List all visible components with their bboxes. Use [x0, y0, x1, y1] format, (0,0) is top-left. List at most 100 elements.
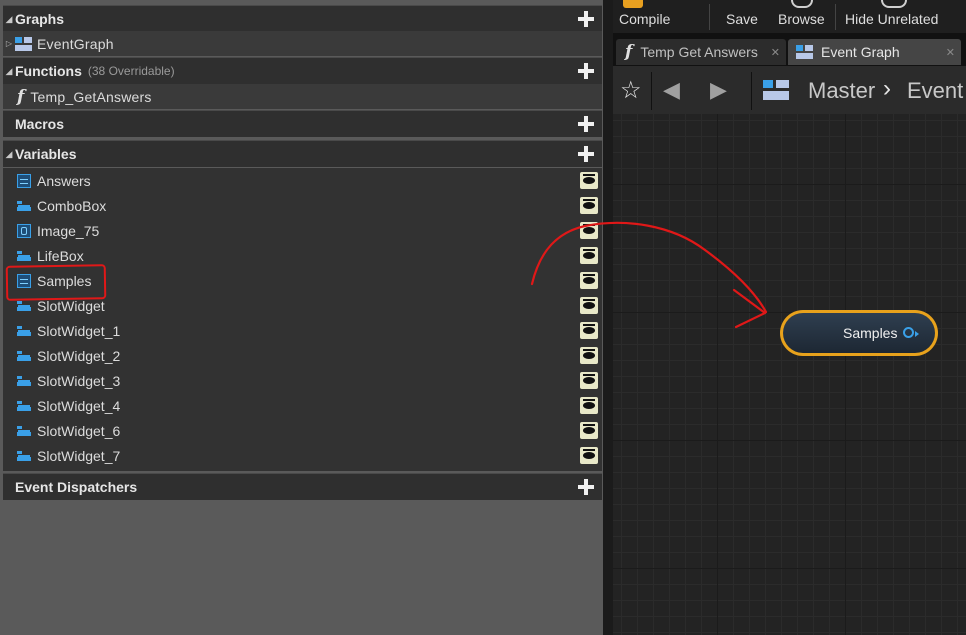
graph-breadcrumb-bar: ☆ ◀ ▶ Master › Event: [613, 66, 966, 114]
toolbar-divider: [835, 4, 836, 30]
add-graph-button[interactable]: [578, 11, 594, 27]
variable-item[interactable]: SlotWidget_2: [3, 343, 602, 368]
widget-stack-icon: [17, 199, 31, 213]
visibility-eye-icon[interactable]: [580, 447, 598, 464]
variable-item[interactable]: ComboBox: [3, 193, 602, 218]
variable-label: ComboBox: [37, 197, 107, 214]
image-widget-icon: [17, 223, 31, 238]
widget-stack-icon: [17, 349, 31, 363]
visibility-eye-icon[interactable]: [580, 272, 598, 289]
save-button[interactable]: Save: [718, 0, 770, 33]
widget-stack-icon: [17, 324, 31, 338]
event-dispatchers-title: Event Dispatchers: [15, 479, 138, 495]
breadcrumb-current: Event: [907, 78, 964, 103]
variable-item[interactable]: SlotWidget_1: [3, 318, 602, 343]
tab-temp-get-answers[interactable]: f Temp Get Answers ✕: [616, 39, 786, 65]
functions-section-header[interactable]: ◢ Functions (38 Overridable): [3, 57, 602, 84]
visibility-eye-icon[interactable]: [580, 322, 598, 339]
compile-button[interactable]: Compile: [613, 0, 708, 33]
collapse-arrow-icon[interactable]: ◢: [3, 14, 15, 25]
hide-unrelated-label: Hide Unrelated: [845, 11, 939, 27]
collapse-arrow-icon[interactable]: ◢: [3, 149, 15, 160]
breadcrumb-chevron-icon: ›: [883, 75, 891, 102]
visibility-eye-icon[interactable]: [580, 172, 598, 189]
hand-drawn-highlight-box: [5, 264, 107, 301]
back-arrow-icon[interactable]: ◀: [663, 77, 680, 103]
overridable-count: (38 Overridable): [87, 64, 175, 78]
macros-section-header[interactable]: Macros: [3, 110, 602, 137]
hide-unrelated-icon: [881, 0, 907, 8]
nav-divider: [751, 72, 752, 110]
add-variable-button[interactable]: [578, 146, 594, 162]
variable-item[interactable]: SlotWidget_4: [3, 393, 602, 418]
variable-label: SlotWidget_2: [37, 347, 121, 364]
variable-label: LifeBox: [37, 247, 84, 264]
panel-splitter[interactable]: [603, 0, 613, 635]
function-item-temp-getanswers[interactable]: f Temp_GetAnswers: [3, 84, 602, 109]
node-label: Samples: [843, 325, 898, 341]
tab-label: Temp Get Answers: [640, 44, 758, 60]
function-icon: f: [17, 86, 25, 107]
variable-list: Answers ComboBox Image_75 LifeBox Sample…: [3, 168, 602, 471]
visibility-eye-icon[interactable]: [580, 247, 598, 264]
visibility-eye-icon[interactable]: [580, 397, 598, 414]
add-function-button[interactable]: [578, 63, 594, 79]
samples-variable-node[interactable]: Samples: [780, 310, 938, 356]
variable-item[interactable]: SlotWidget_7: [3, 443, 602, 468]
event-dispatchers-section-header[interactable]: Event Dispatchers: [3, 473, 602, 500]
variable-label: SlotWidget_6: [37, 422, 121, 439]
variable-label: SlotWidget_7: [37, 447, 121, 464]
widget-stack-icon: [17, 374, 31, 388]
tab-label: Event Graph: [821, 44, 900, 60]
variable-item[interactable]: SlotWidget_3: [3, 368, 602, 393]
expand-arrow-icon[interactable]: ▷: [3, 39, 15, 48]
compile-label: Compile: [619, 11, 671, 27]
tab-close-icon[interactable]: ✕: [771, 46, 780, 59]
variable-item[interactable]: Answers: [3, 168, 602, 193]
add-event-dispatcher-button[interactable]: [578, 479, 594, 495]
variable-label: Image_75: [37, 222, 100, 239]
browse-icon: [791, 0, 813, 8]
panel-empty-area: [0, 500, 603, 635]
variable-label: Answers: [37, 172, 91, 189]
graph-item-eventgraph[interactable]: ▷ EventGraph: [3, 31, 602, 56]
document-tab-strip: f Temp Get Answers ✕ Event Graph ✕: [613, 33, 966, 66]
blueprint-toolbar: Compile Save Browse Hide Unrelated: [613, 0, 966, 33]
tab-close-icon[interactable]: ✕: [946, 46, 955, 59]
hide-unrelated-button[interactable]: Hide Unrelated: [841, 0, 951, 33]
my-blueprint-panel: ◢ Graphs ▷ EventGraph ◢ Functions (38 Ov…: [0, 0, 603, 635]
function-icon: f: [625, 42, 633, 62]
graphs-title: Graphs: [15, 11, 65, 27]
compile-icon: [623, 0, 643, 8]
widget-stack-icon: [17, 424, 31, 438]
variable-item[interactable]: SlotWidget_6: [3, 418, 602, 443]
visibility-eye-icon[interactable]: [580, 347, 598, 364]
browse-label: Browse: [778, 11, 825, 27]
visibility-eye-icon[interactable]: [580, 222, 598, 239]
widget-box-icon: [17, 173, 31, 188]
variables-title: Variables: [15, 146, 77, 162]
widget-stack-icon: [17, 399, 31, 413]
visibility-eye-icon[interactable]: [580, 422, 598, 439]
graph-item-label: EventGraph: [37, 35, 114, 52]
visibility-eye-icon[interactable]: [580, 197, 598, 214]
event-graph-icon: [796, 45, 813, 59]
nav-divider: [651, 72, 652, 110]
graphs-section-header[interactable]: ◢ Graphs: [3, 5, 602, 32]
tab-event-graph[interactable]: Event Graph ✕: [788, 39, 961, 65]
macros-title: Macros: [15, 116, 65, 132]
browse-button[interactable]: Browse: [773, 0, 833, 33]
star-icon[interactable]: ☆: [620, 76, 642, 105]
node-body: Samples: [783, 313, 935, 353]
forward-arrow-icon[interactable]: ▶: [710, 77, 727, 103]
variable-item[interactable]: Image_75: [3, 218, 602, 243]
output-pin-icon[interactable]: [903, 327, 919, 338]
visibility-eye-icon[interactable]: [580, 297, 598, 314]
add-macro-button[interactable]: [578, 116, 594, 132]
variable-label: SlotWidget_3: [37, 372, 121, 389]
variables-section-header[interactable]: ◢ Variables: [3, 140, 602, 167]
breadcrumb-root[interactable]: Master: [808, 78, 875, 104]
widget-stack-icon: [17, 449, 31, 463]
visibility-eye-icon[interactable]: [580, 372, 598, 389]
collapse-arrow-icon[interactable]: ◢: [3, 66, 15, 77]
